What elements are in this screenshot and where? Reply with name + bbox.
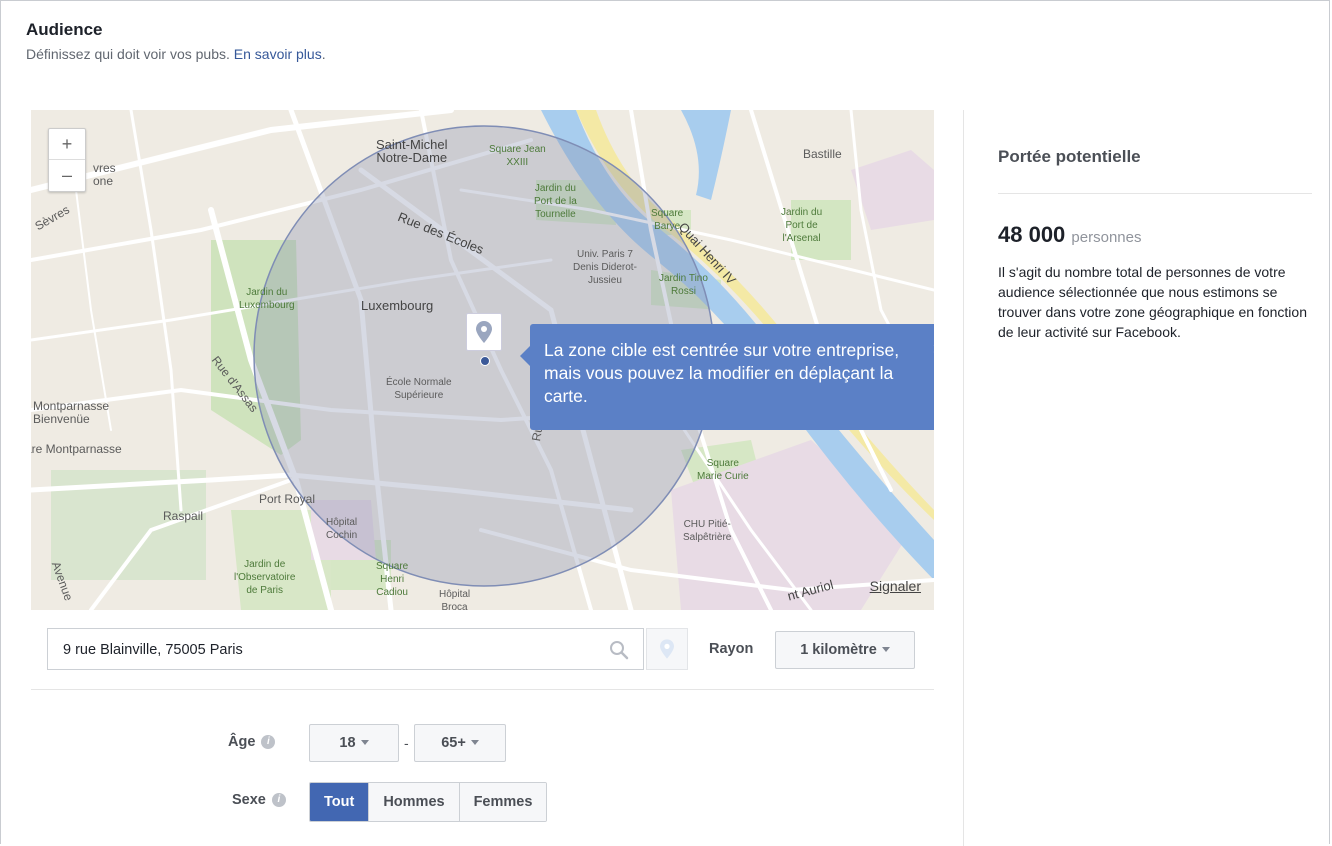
chevron-down-icon [470, 739, 479, 745]
map-label-port-royal: Port Royal [259, 492, 316, 506]
age-min-value: 18 [339, 735, 356, 751]
close-icon[interactable]: × [932, 338, 934, 361]
section-title: Audience [26, 20, 103, 39]
map-label-luxembourg: Luxembourg [361, 298, 434, 313]
location-pin-marker[interactable] [466, 313, 502, 351]
radius-dropdown[interactable]: 1 kilomètre [775, 631, 915, 669]
map-label-hopital-cochin: Hôpital Cochin [326, 517, 358, 541]
map-tooltip: La zone cible est centrée sur votre entr… [520, 324, 934, 430]
reach-divider [998, 193, 1312, 194]
map-label-jardin-luxembourg: Jardin du Luxembourg [239, 287, 295, 311]
age-label: Âge [228, 734, 256, 750]
report-link[interactable]: Signaler [870, 578, 921, 594]
gender-label-group: Sexe i [232, 792, 286, 808]
section-subtitle: Définissez qui doit voir vos pubs. En sa… [26, 46, 326, 62]
chevron-down-icon [360, 739, 369, 745]
map-label-ecole-normale: École Normale Supérieure [386, 377, 452, 401]
gender-segmented-control: Tout Hommes Femmes [309, 782, 548, 822]
reach-description: Il s'agit du nombre total de personnes d… [998, 264, 1307, 340]
subtitle-period: . [321, 46, 326, 62]
map-label-jardin-tino: Jardin Tino Rossi [659, 273, 708, 297]
chevron-down-icon [881, 646, 890, 652]
map-label-jardin-arsenal: Jardin du Port de l'Arsenal [781, 207, 823, 244]
address-input[interactable] [61, 629, 605, 671]
map-label-saint-michel: Saint-Michel Notre-Dame [376, 137, 448, 165]
info-icon[interactable]: i [261, 735, 276, 750]
subtitle-text: Définissez qui doit voir vos pubs. [26, 46, 230, 62]
zoom-in-button[interactable]: + [49, 129, 85, 159]
zoom-out-button[interactable]: – [49, 159, 85, 190]
map-label-hopital-broca: Hôpital Broca [439, 589, 471, 610]
map-label-square-jean: Square Jean XXIII [489, 144, 546, 168]
map-label-bastille: Bastille [803, 147, 842, 161]
gender-label: Sexe [232, 792, 266, 808]
tooltip-text: La zone cible est centrée sur votre entr… [544, 340, 900, 406]
age-max-dropdown[interactable]: 65+ [414, 724, 506, 762]
map-label-jardin-observatoire: Jardin de l'Observatoire de Paris [234, 559, 296, 596]
map-label-gare-montparnasse: are Montparnasse [31, 442, 122, 456]
map-label-raspail: Raspail [163, 509, 204, 523]
map-label-sevres-top: vres one [93, 161, 116, 188]
map-label-jardin-tournelle: Jardin du Port de la Tournelle [534, 183, 577, 220]
drop-pin-button[interactable] [646, 628, 688, 670]
gender-option-all[interactable]: Tout [310, 783, 369, 821]
gender-option-men[interactable]: Hommes [368, 783, 459, 821]
age-label-group: Âge i [228, 734, 276, 750]
reach-estimate: 48 000 personnes [998, 222, 1141, 248]
reach-number: 48 000 [998, 222, 1066, 247]
address-field[interactable] [47, 628, 644, 671]
info-icon[interactable]: i [271, 793, 286, 808]
map-label-montparnasse: Montparnasse Bienvenüe [33, 399, 110, 426]
vertical-divider [963, 110, 964, 846]
map-label-univ-paris: Univ. Paris 7 Denis Diderot- Jussieu [573, 249, 637, 286]
radius-label: Rayon [709, 641, 754, 657]
pin-icon [660, 639, 674, 659]
age-max-value: 65+ [441, 735, 466, 751]
search-icon[interactable] [609, 640, 629, 660]
learn-more-link[interactable]: En savoir plus [234, 46, 322, 62]
map-pin-icon [476, 321, 492, 343]
location-center-dot [480, 356, 490, 366]
age-separator: - [404, 735, 409, 751]
reach-unit: personnes [1071, 229, 1142, 246]
map-label-square-cadiou: Square Henri Cadiou [376, 561, 409, 598]
horizontal-divider [31, 689, 934, 690]
gender-option-women[interactable]: Femmes [458, 783, 547, 821]
radius-value: 1 kilomètre [800, 642, 877, 658]
reach-title: Portée potentielle [998, 147, 1141, 166]
map-zoom-control: + – [48, 128, 86, 192]
map-label-square-marie: Square Marie Curie [697, 458, 749, 482]
map[interactable]: Saint-Michel Notre-Dame Square Jean XXIII … [31, 110, 934, 610]
map-label-chu: CHU Pitié- Salpêtrière [683, 519, 732, 543]
age-min-dropdown[interactable]: 18 [309, 724, 399, 762]
